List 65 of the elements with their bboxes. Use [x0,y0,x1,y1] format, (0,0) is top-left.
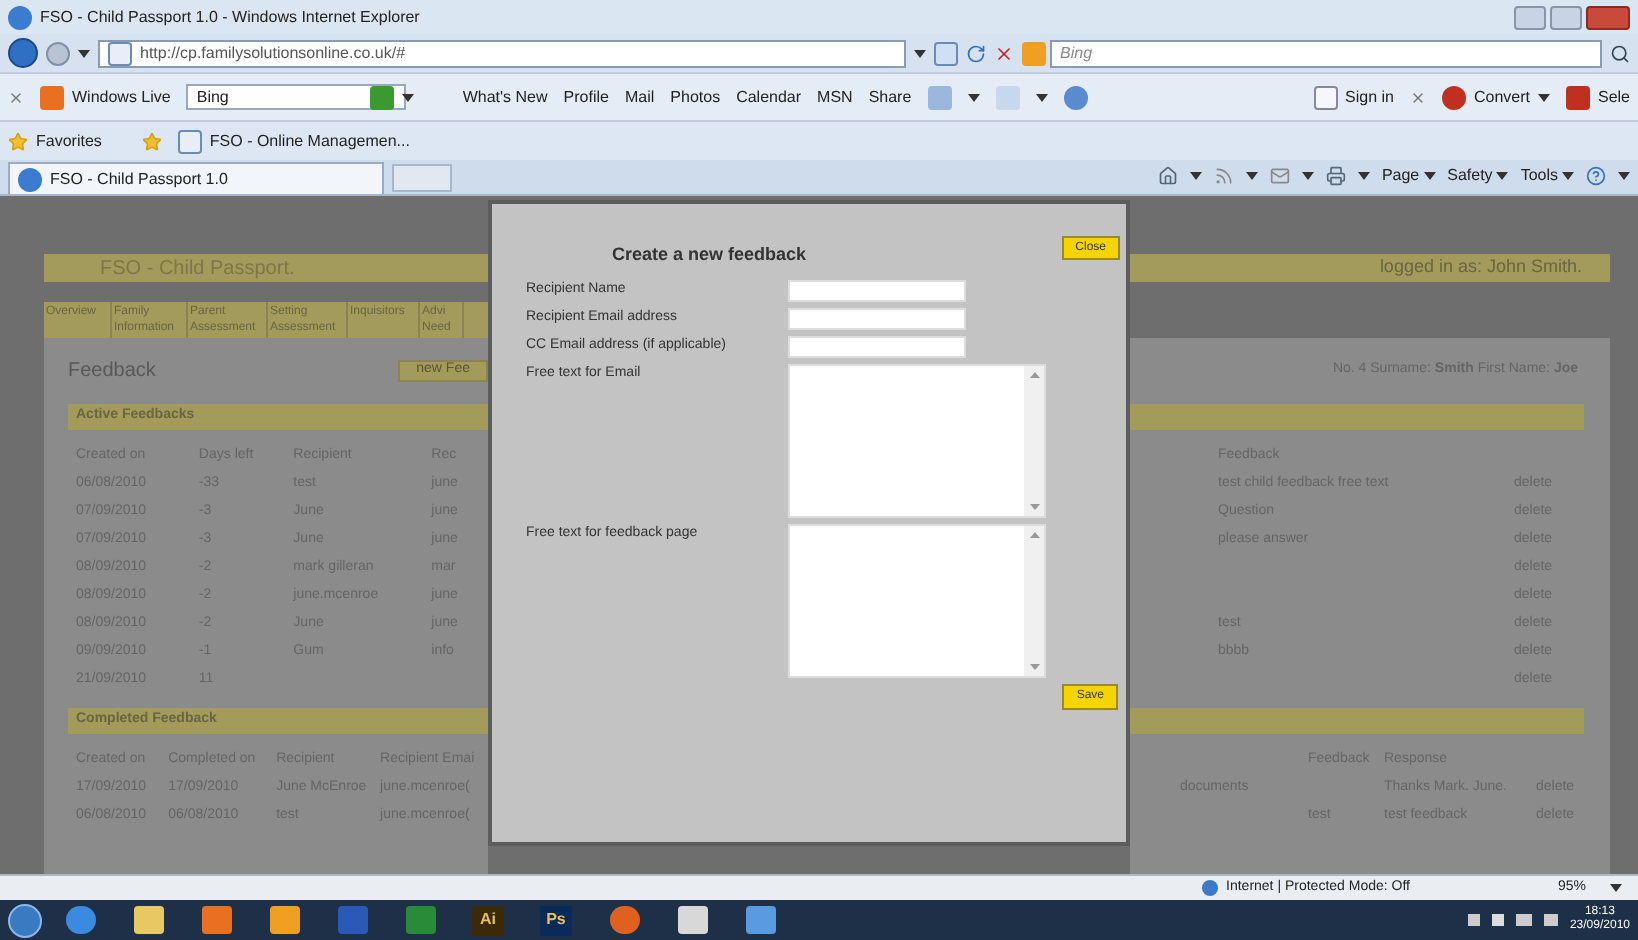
caret-icon[interactable] [402,93,415,101]
minimize-button[interactable] [1514,5,1546,29]
close-button[interactable] [1586,5,1630,29]
forward-button[interactable] [46,41,70,65]
caret-icon[interactable] [1189,172,1202,180]
text-field[interactable] [788,335,966,357]
command-menu[interactable]: Safety [1447,164,1493,188]
search-field[interactable]: Bing [1050,39,1602,67]
maximize-button[interactable] [1550,5,1582,29]
refresh-icon[interactable] [966,43,986,63]
toolbar-link[interactable]: What's New [462,85,548,109]
checkbox-icon[interactable] [1313,85,1337,109]
back-button[interactable] [8,38,38,68]
toolbar-link[interactable]: Mail [624,85,655,109]
page-icon [177,129,202,153]
mail-icon[interactable] [1269,166,1290,186]
start-button[interactable] [8,903,42,937]
caret-icon[interactable] [1035,93,1048,101]
caret-icon[interactable] [1562,172,1574,180]
close-icon[interactable] [1409,89,1426,105]
address-field[interactable]: http://cp.familysolutionsonline.co.uk/# [98,39,906,67]
scroll-up-icon[interactable] [1029,371,1039,377]
command-menu[interactable]: Page [1381,164,1420,188]
browser-tab[interactable]: FSO - Child Passport 1.0 [8,162,384,194]
window-title: FSO - Child Passport 1.0 - Windows Internet Explorer [40,5,420,29]
scroll-down-icon[interactable] [1029,663,1039,669]
command-menu[interactable]: Tools [1520,164,1558,188]
favorites-button[interactable]: Favorites [36,129,102,153]
caret-icon[interactable] [1496,172,1509,180]
dialog-title: Create a new feedback [612,242,807,268]
feeds-icon[interactable] [1213,166,1234,186]
text-field[interactable] [788,279,966,301]
print-icon[interactable] [1325,166,1346,186]
home-icon[interactable] [1157,166,1178,186]
toolbar-brand[interactable]: Windows Live [72,85,171,109]
toolbar-link[interactable]: Calendar [736,85,802,109]
stop-icon[interactable] [994,43,1014,63]
toolbar-link[interactable]: Share [868,85,912,109]
help-icon[interactable] [1586,166,1606,186]
toolbar-link[interactable]: Profile [563,85,609,109]
toolbar-link[interactable]: Photos [670,85,721,109]
caret-icon[interactable] [78,49,90,57]
close-icon[interactable] [8,89,24,105]
toolbar-search-field[interactable]: Bing [186,84,407,110]
app-button[interactable]: Ai [472,905,504,935]
caret-icon[interactable] [1423,172,1436,180]
caret-icon[interactable] [1618,172,1630,180]
caret-icon[interactable] [1357,172,1370,180]
text-field[interactable] [788,307,966,329]
scroll-down-icon[interactable] [1029,503,1039,509]
sign-in-link[interactable]: Sign in [1345,85,1394,109]
scroll-up-icon[interactable] [1029,531,1039,537]
app-button[interactable]: Ps [540,905,572,935]
caret-icon[interactable] [914,49,926,57]
star-icon [8,131,28,151]
caret-icon[interactable] [967,93,980,101]
caret-icon[interactable] [1610,884,1622,892]
caret-icon[interactable] [1301,172,1314,180]
select-button[interactable]: Sele [1597,85,1630,109]
page-icon [108,41,132,65]
caret-icon[interactable] [1537,93,1550,101]
toolbar-link[interactable]: MSN [817,85,853,109]
caret-icon[interactable] [1245,172,1258,180]
convert-button[interactable]: Convert [1473,85,1530,109]
favorite-link[interactable]: FSO - Online Managemen... [209,129,410,153]
